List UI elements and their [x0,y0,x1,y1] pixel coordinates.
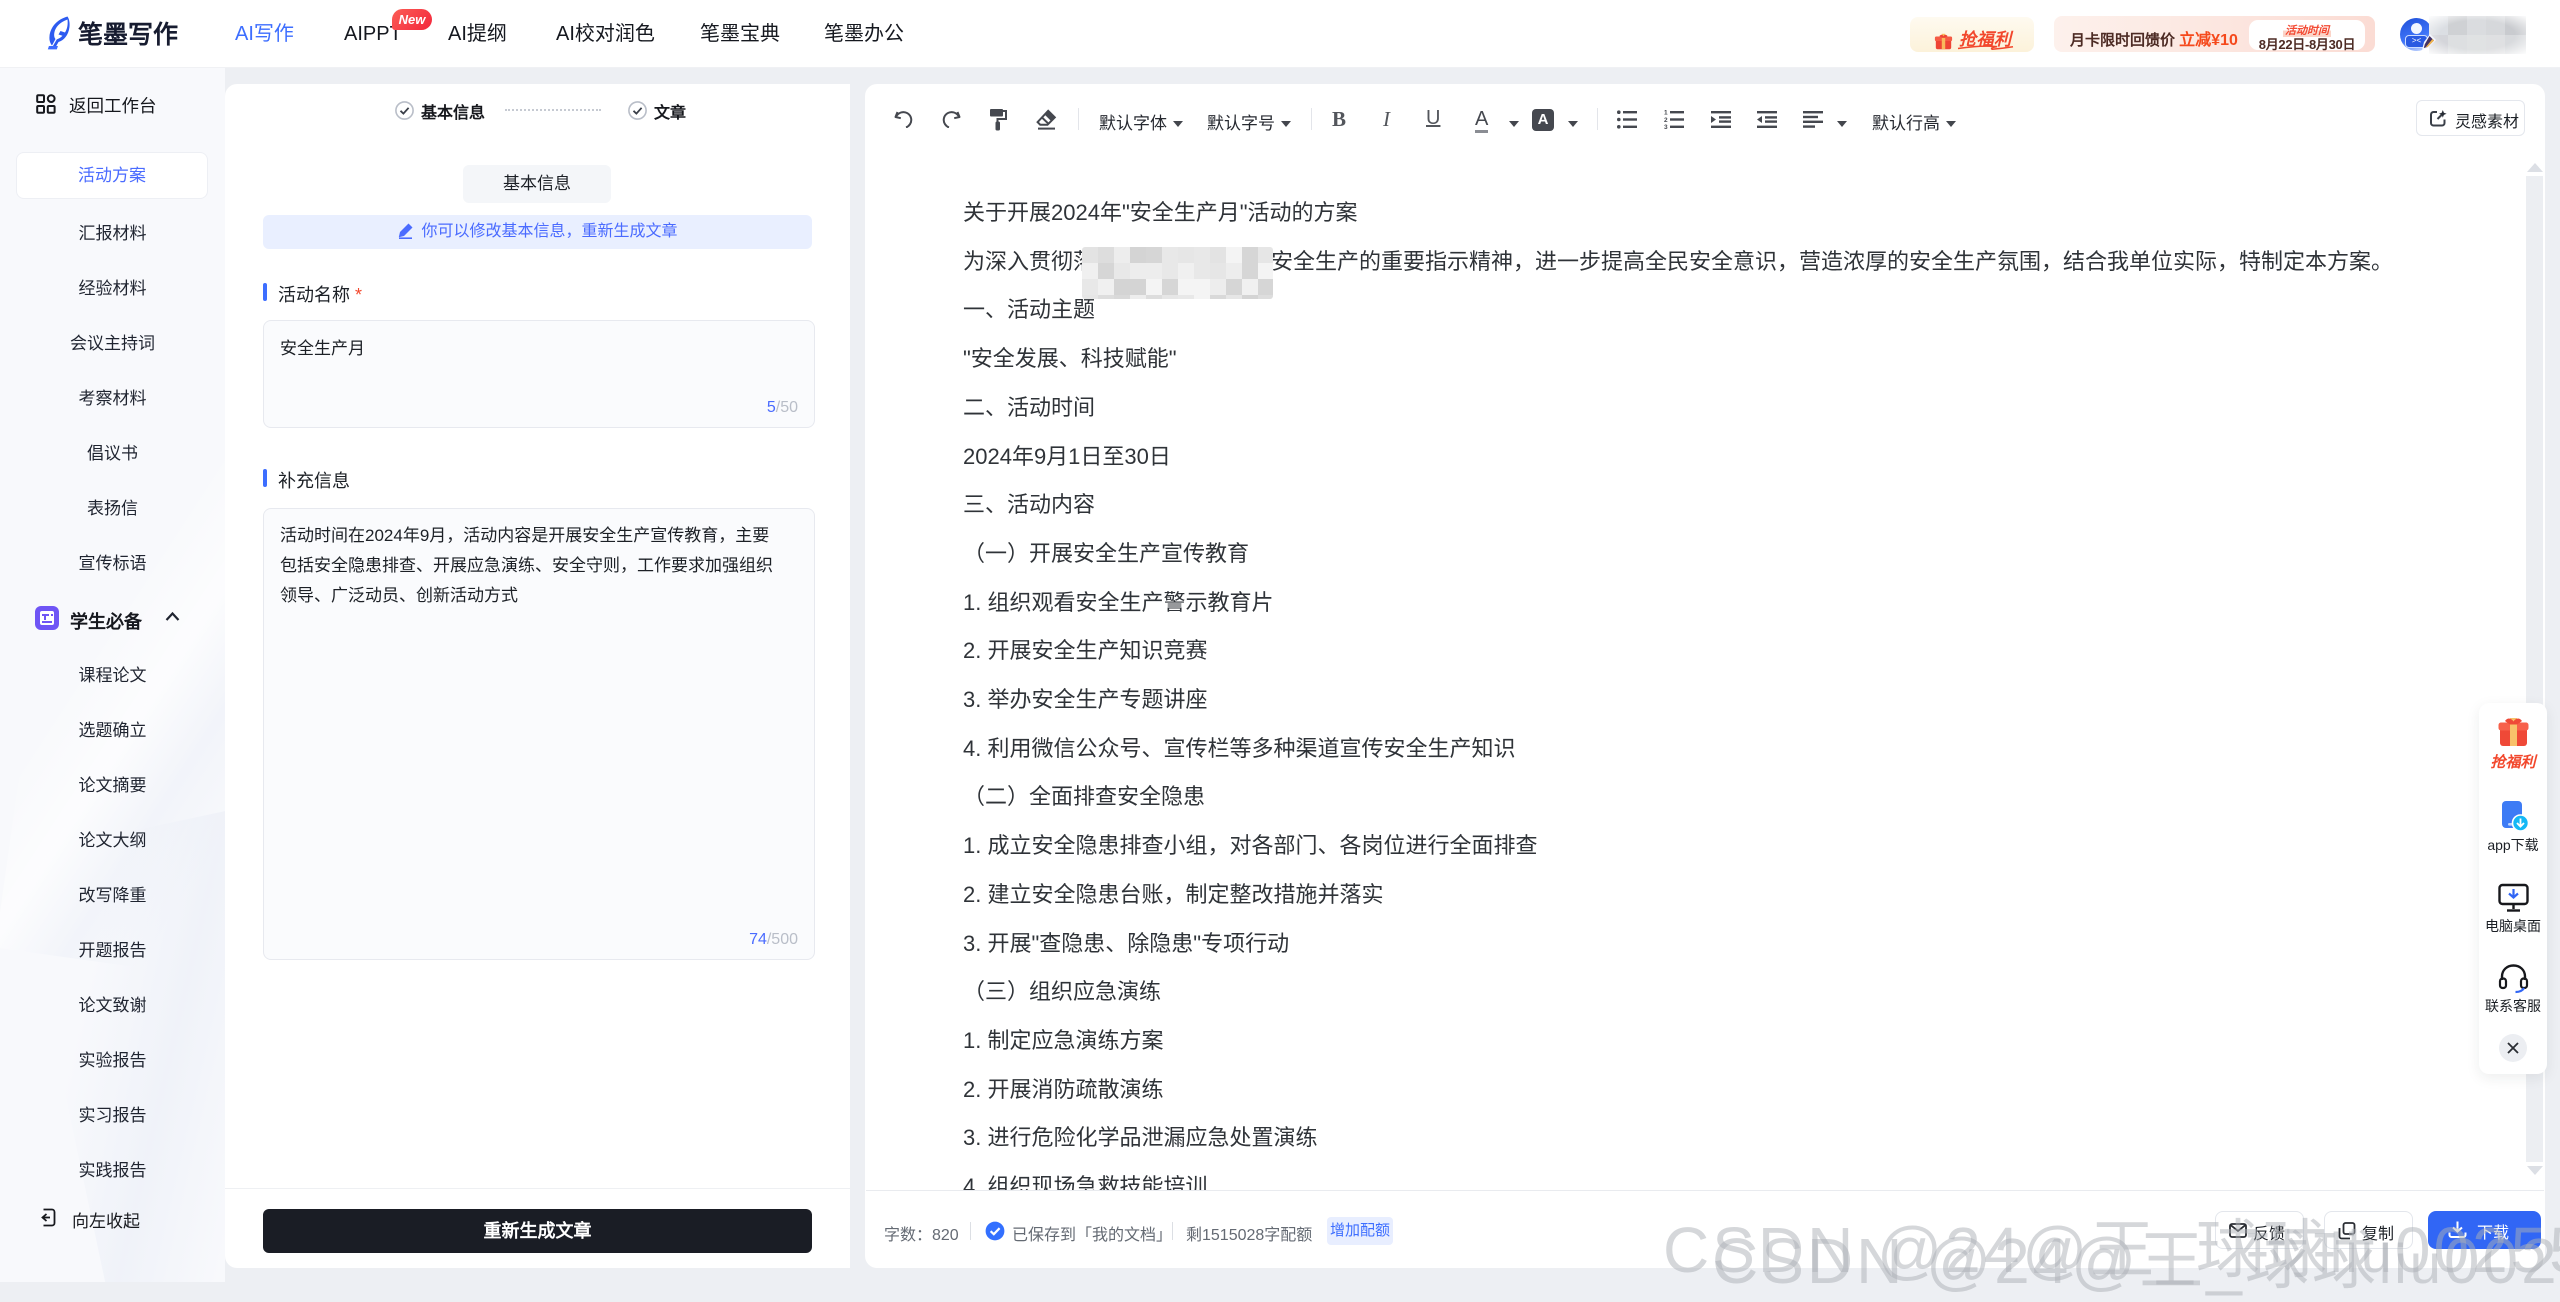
svg-text:3: 3 [1664,124,1668,129]
svg-text:1: 1 [1664,110,1668,117]
svg-text:2: 2 [1664,117,1668,124]
